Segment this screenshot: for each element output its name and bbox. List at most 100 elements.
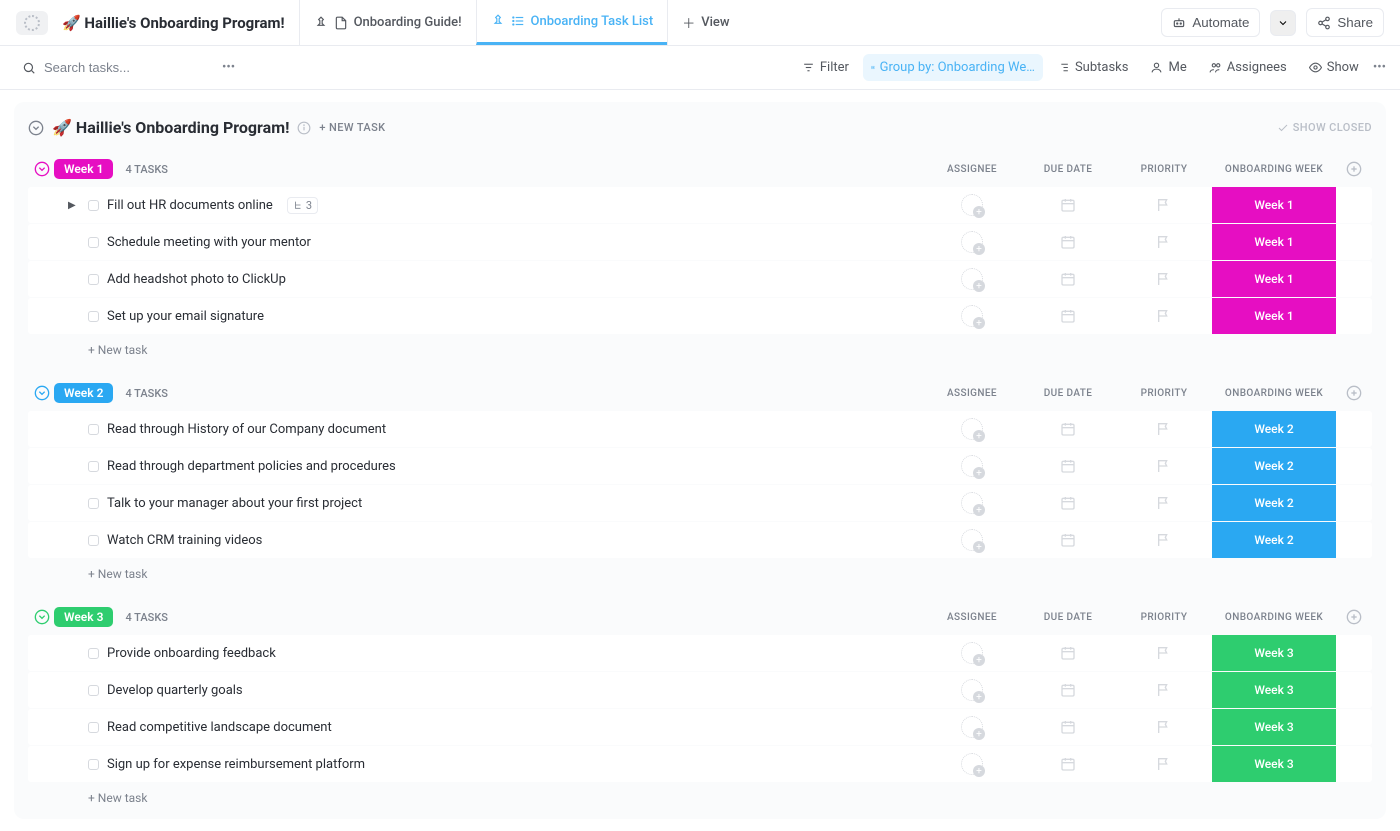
status-dot[interactable]: [88, 200, 99, 211]
cell-due-date[interactable]: [1020, 458, 1116, 474]
status-dot[interactable]: [88, 535, 99, 546]
cell-assignee[interactable]: [924, 268, 1020, 290]
task-name[interactable]: Sign up for expense reimbursement platfo…: [107, 757, 365, 772]
cell-assignee[interactable]: [924, 231, 1020, 253]
status-dot[interactable]: [88, 311, 99, 322]
new-task-row[interactable]: + New task: [28, 559, 1372, 585]
task-row[interactable]: Read through department policies and pro…: [28, 448, 1372, 484]
cell-priority[interactable]: [1116, 532, 1212, 548]
share-button[interactable]: Share: [1306, 8, 1384, 37]
search-input[interactable]: [44, 60, 184, 75]
cell-assignee[interactable]: [924, 716, 1020, 738]
cell-assignee[interactable]: [924, 194, 1020, 216]
cell-due-date[interactable]: [1020, 645, 1116, 661]
cell-onboarding-week[interactable]: Week 2: [1212, 485, 1336, 521]
task-row[interactable]: Set up your email signatureWeek 1: [28, 298, 1372, 334]
status-dot[interactable]: [88, 274, 99, 285]
status-dot[interactable]: [88, 498, 99, 509]
status-dot[interactable]: [88, 648, 99, 659]
cell-onboarding-week[interactable]: Week 3: [1212, 746, 1336, 782]
col-due-date[interactable]: DUE DATE: [1020, 164, 1116, 175]
cell-priority[interactable]: [1116, 421, 1212, 437]
cell-due-date[interactable]: [1020, 532, 1116, 548]
cell-due-date[interactable]: [1020, 421, 1116, 437]
task-row[interactable]: Schedule meeting with your mentorWeek 1: [28, 224, 1372, 260]
cell-assignee[interactable]: [924, 455, 1020, 477]
status-dot[interactable]: [88, 722, 99, 733]
task-row[interactable]: Watch CRM training videosWeek 2: [28, 522, 1372, 558]
task-name[interactable]: Develop quarterly goals: [107, 683, 243, 698]
cell-onboarding-week[interactable]: Week 3: [1212, 709, 1336, 745]
add-column[interactable]: [1336, 161, 1372, 177]
status-dot[interactable]: [88, 685, 99, 696]
show-closed-toggle[interactable]: SHOW CLOSED: [1277, 121, 1372, 134]
task-name[interactable]: Talk to your manager about your first pr…: [107, 496, 362, 511]
status-dot[interactable]: [88, 424, 99, 435]
cell-priority[interactable]: [1116, 271, 1212, 287]
subtasks-button[interactable]: Subtasks: [1049, 54, 1137, 81]
task-row[interactable]: ▶Fill out HR documents online3Week 1: [28, 187, 1372, 223]
cell-priority[interactable]: [1116, 308, 1212, 324]
task-name[interactable]: Schedule meeting with your mentor: [107, 235, 311, 250]
group-by-button[interactable]: Group by: Onboarding We…: [863, 54, 1043, 81]
cell-priority[interactable]: [1116, 719, 1212, 735]
automate-dropdown[interactable]: [1270, 10, 1296, 36]
collapse-group-toggle[interactable]: [32, 383, 52, 403]
cell-priority[interactable]: [1116, 234, 1212, 250]
cell-assignee[interactable]: [924, 529, 1020, 551]
status-dot[interactable]: [88, 461, 99, 472]
cell-assignee[interactable]: [924, 679, 1020, 701]
cell-priority[interactable]: [1116, 458, 1212, 474]
assignees-button[interactable]: Assignees: [1201, 54, 1295, 81]
col-onboarding-week[interactable]: ONBOARDING WEEK: [1212, 164, 1336, 175]
add-column[interactable]: [1336, 385, 1372, 401]
cell-onboarding-week[interactable]: Week 2: [1212, 411, 1336, 447]
group-badge[interactable]: Week 1: [54, 159, 113, 179]
task-row[interactable]: Sign up for expense reimbursement platfo…: [28, 746, 1372, 782]
status-dot[interactable]: [88, 759, 99, 770]
new-task-inline[interactable]: + NEW TASK: [319, 121, 385, 134]
task-row[interactable]: Read through History of our Company docu…: [28, 411, 1372, 447]
task-row[interactable]: Read competitive landscape documentWeek …: [28, 709, 1372, 745]
cell-due-date[interactable]: [1020, 197, 1116, 213]
group-badge[interactable]: Week 2: [54, 383, 113, 403]
add-view-button[interactable]: ＋ View: [667, 0, 743, 45]
new-task-row[interactable]: + New task: [28, 335, 1372, 361]
cell-due-date[interactable]: [1020, 495, 1116, 511]
group-badge[interactable]: Week 3: [54, 607, 113, 627]
tab-onboarding-guide[interactable]: Onboarding Guide!: [299, 0, 476, 45]
collapse-list-icon[interactable]: [28, 120, 44, 136]
cell-assignee[interactable]: [924, 418, 1020, 440]
task-name[interactable]: Add headshot photo to ClickUp: [107, 272, 286, 287]
cell-due-date[interactable]: [1020, 234, 1116, 250]
cell-onboarding-week[interactable]: Week 1: [1212, 187, 1336, 223]
search-more[interactable]: •••: [222, 60, 235, 75]
collapse-group-toggle[interactable]: [32, 159, 52, 179]
col-assignee[interactable]: ASSIGNEE: [924, 612, 1020, 623]
cell-assignee[interactable]: [924, 305, 1020, 327]
cell-due-date[interactable]: [1020, 719, 1116, 735]
status-dot[interactable]: [88, 237, 99, 248]
cell-priority[interactable]: [1116, 682, 1212, 698]
task-row[interactable]: Talk to your manager about your first pr…: [28, 485, 1372, 521]
expand-caret[interactable]: ▶: [68, 200, 80, 211]
cell-onboarding-week[interactable]: Week 3: [1212, 635, 1336, 671]
cell-priority[interactable]: [1116, 495, 1212, 511]
task-row[interactable]: Add headshot photo to ClickUpWeek 1: [28, 261, 1372, 297]
tab-onboarding-task-list[interactable]: Onboarding Task List: [476, 0, 668, 45]
cell-due-date[interactable]: [1020, 271, 1116, 287]
task-name[interactable]: Fill out HR documents online: [107, 198, 273, 213]
col-onboarding-week[interactable]: ONBOARDING WEEK: [1212, 612, 1336, 623]
cell-priority[interactable]: [1116, 756, 1212, 772]
col-due-date[interactable]: DUE DATE: [1020, 388, 1116, 399]
col-priority[interactable]: PRIORITY: [1116, 388, 1212, 399]
cell-onboarding-week[interactable]: Week 3: [1212, 672, 1336, 708]
task-name[interactable]: Watch CRM training videos: [107, 533, 262, 548]
col-priority[interactable]: PRIORITY: [1116, 164, 1212, 175]
cell-priority[interactable]: [1116, 645, 1212, 661]
me-button[interactable]: Me: [1142, 54, 1194, 81]
cell-onboarding-week[interactable]: Week 1: [1212, 298, 1336, 334]
info-icon[interactable]: [297, 121, 311, 135]
cell-due-date[interactable]: [1020, 756, 1116, 772]
add-column[interactable]: [1336, 609, 1372, 625]
